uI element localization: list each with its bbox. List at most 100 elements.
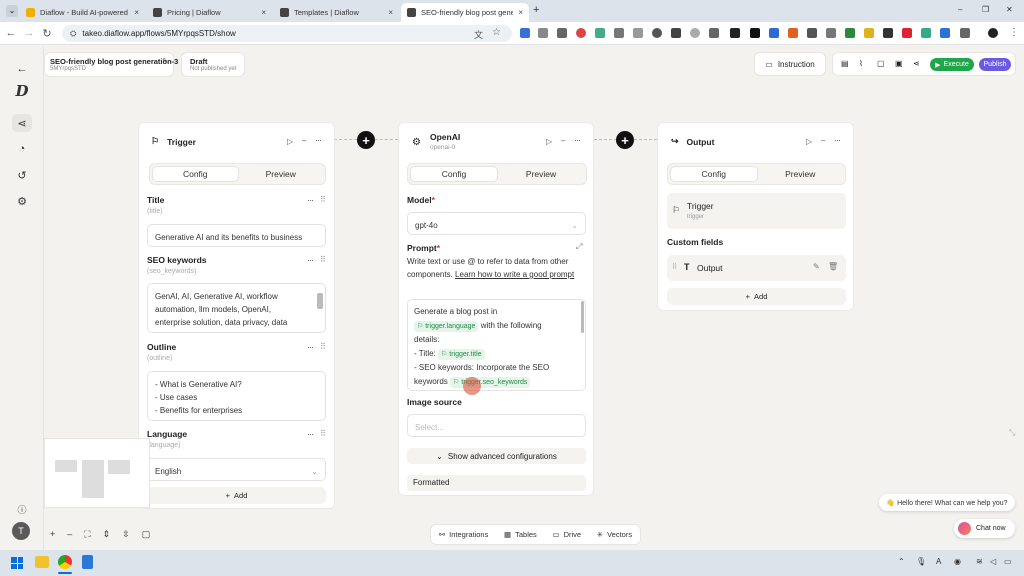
prompt-guide-link[interactable]: Learn how to write a good prompt bbox=[455, 270, 574, 279]
extension-icon[interactable] bbox=[902, 28, 912, 38]
variable-chip[interactable]: ⚐ trigger.language bbox=[414, 321, 479, 332]
forward-icon[interactable]: → bbox=[22, 27, 36, 39]
zoom-out-icon[interactable]: – bbox=[67, 529, 72, 539]
extension-icon[interactable] bbox=[520, 28, 530, 38]
prompt-editor[interactable]: Generate a blog post in ⚐ trigger.langua… bbox=[407, 299, 586, 391]
add-custom-field-button[interactable]: + Add bbox=[667, 288, 846, 305]
microphone-icon[interactable]: 🎙 bbox=[916, 557, 926, 566]
extension-icon[interactable] bbox=[538, 28, 548, 38]
minimize-button[interactable]: – bbox=[958, 5, 970, 14]
tab-close-icon[interactable]: × bbox=[261, 8, 266, 17]
back-icon[interactable]: ← bbox=[4, 27, 18, 39]
extension-icon[interactable] bbox=[921, 28, 931, 38]
input-language-icon[interactable]: A bbox=[936, 557, 941, 566]
history-icon[interactable]: ↺ bbox=[12, 166, 32, 184]
auto-layout-icon[interactable]: ⇕ bbox=[103, 529, 111, 540]
user-avatar[interactable]: T bbox=[12, 522, 30, 540]
tray-up-icon[interactable]: ⌃ bbox=[898, 557, 905, 566]
palette-icon[interactable]: ◔ bbox=[12, 140, 32, 158]
extension-icon[interactable] bbox=[671, 28, 681, 38]
edit-icon[interactable]: ✎ bbox=[813, 262, 820, 271]
outline-textarea[interactable]: - What is Generative AI? - Use cases - B… bbox=[147, 371, 326, 421]
new-tab-button[interactable]: + bbox=[533, 4, 539, 16]
drag-handle-icon[interactable]: ⠿ bbox=[320, 195, 326, 204]
model-select[interactable]: gpt-4o ⌄ bbox=[407, 212, 586, 235]
drag-handle-icon[interactable]: ⠿ bbox=[672, 263, 677, 271]
save-icon[interactable]: ▣ bbox=[895, 59, 903, 68]
instruction-button[interactable]: ▭ Instruction bbox=[754, 52, 826, 76]
extension-icon[interactable] bbox=[730, 28, 740, 38]
wifi-icon[interactable]: ≋ bbox=[976, 557, 983, 566]
extension-icon[interactable] bbox=[633, 28, 643, 38]
info-icon[interactable]: ⓘ bbox=[12, 500, 32, 518]
extension-icon[interactable] bbox=[788, 28, 798, 38]
diaflow-logo-icon[interactable]: D bbox=[12, 82, 32, 100]
more-options-icon[interactable]: ··· bbox=[834, 135, 841, 145]
collapse-icon[interactable]: – bbox=[302, 136, 306, 145]
publish-button[interactable]: Publish bbox=[979, 58, 1011, 71]
trigger-node-panel[interactable]: ⚐ Trigger ▷ – ··· Config Preview Title (… bbox=[138, 122, 335, 509]
browser-menu-icon[interactable]: ⋮ bbox=[1009, 27, 1019, 38]
tab-preview[interactable]: Preview bbox=[498, 166, 584, 182]
pulse-icon[interactable]: ⌇ bbox=[859, 59, 863, 68]
tab-preview[interactable]: Preview bbox=[758, 166, 844, 182]
tab-close-icon[interactable]: × bbox=[134, 8, 139, 17]
add-field-button[interactable]: + Add bbox=[147, 487, 326, 504]
lock-icon[interactable]: ⇳ bbox=[122, 529, 130, 540]
extension-icon[interactable] bbox=[845, 28, 855, 38]
add-node-button[interactable]: + bbox=[357, 131, 375, 149]
more-options-icon[interactable]: ··· bbox=[315, 135, 322, 145]
tab-config[interactable]: Config bbox=[670, 166, 758, 182]
share-icon[interactable]: ⋖ bbox=[913, 59, 920, 68]
tables-button[interactable]: ▦ Tables bbox=[504, 530, 537, 539]
flow-title-card[interactable]: SEO-friendly blog post generation-3 5MYr… bbox=[44, 52, 178, 77]
drag-handle-icon[interactable]: ⠿ bbox=[320, 255, 326, 264]
openai-node-panel[interactable]: ⚙ OpenAI openai-0 ▷ – ··· Config Preview… bbox=[398, 122, 594, 496]
volume-icon[interactable]: ◁ bbox=[990, 557, 996, 566]
back-arrow-icon[interactable]: ← bbox=[12, 60, 32, 78]
extension-icon[interactable] bbox=[690, 28, 700, 38]
field-more-icon[interactable]: ··· bbox=[307, 342, 314, 352]
chat-greeting-bubble[interactable]: 👋 Hello there! What can we help you? bbox=[879, 494, 1015, 511]
zoom-in-icon[interactable]: + bbox=[50, 529, 55, 539]
output-field-row[interactable]: ⠿ T Output ✎ 🗑 bbox=[667, 255, 846, 281]
extension-icon[interactable] bbox=[614, 28, 624, 38]
comment-icon[interactable]: ▢ bbox=[142, 529, 151, 540]
settings-gear-icon[interactable]: ⚙ bbox=[12, 192, 32, 210]
translate-icon[interactable]: 文 bbox=[474, 28, 483, 41]
drag-handle-icon[interactable]: ⠿ bbox=[320, 342, 326, 351]
scrollbar-thumb[interactable] bbox=[317, 293, 323, 309]
drag-handle-icon[interactable]: ⠿ bbox=[320, 429, 326, 438]
close-window-button[interactable]: ✕ bbox=[1006, 5, 1018, 14]
site-info-icon[interactable]: ⛭ bbox=[70, 29, 76, 39]
tab-preview[interactable]: Preview bbox=[239, 166, 324, 182]
tab-config[interactable]: Config bbox=[152, 166, 239, 182]
tab-search-icon[interactable]: ⌄ bbox=[6, 5, 18, 17]
windows-start-icon[interactable] bbox=[11, 557, 23, 569]
run-play-icon[interactable]: ▷ bbox=[546, 137, 552, 146]
extension-icon[interactable] bbox=[864, 28, 874, 38]
field-more-icon[interactable]: ··· bbox=[307, 429, 314, 439]
notes-icon[interactable]: ▤ bbox=[841, 59, 849, 68]
formatted-option[interactable]: Formatted bbox=[407, 475, 586, 491]
language-select[interactable]: English ⌄ bbox=[147, 458, 326, 481]
extension-icon[interactable] bbox=[883, 28, 893, 38]
extension-icon[interactable] bbox=[595, 28, 605, 38]
expand-corner-icon[interactable]: ⤡ bbox=[1009, 428, 1015, 438]
extension-icon[interactable] bbox=[769, 28, 779, 38]
flow-share-icon[interactable]: ⋖ bbox=[12, 114, 32, 132]
extension-icon[interactable] bbox=[576, 28, 586, 38]
field-more-icon[interactable]: ··· bbox=[307, 195, 314, 205]
add-node-button[interactable]: + bbox=[616, 131, 634, 149]
canvas-minimap[interactable] bbox=[44, 438, 150, 508]
advanced-config-toggle[interactable]: ⌄ Show advanced configurations bbox=[407, 448, 586, 464]
chat-now-button[interactable]: Chat now bbox=[954, 519, 1015, 538]
profile-avatar[interactable] bbox=[988, 28, 998, 38]
extension-icon[interactable] bbox=[557, 28, 567, 38]
tab-config[interactable]: Config bbox=[410, 166, 498, 182]
extension-icon[interactable] bbox=[652, 28, 662, 38]
extension-icon[interactable] bbox=[826, 28, 836, 38]
maximize-button[interactable]: ❐ bbox=[982, 5, 994, 14]
more-options-icon[interactable]: ··· bbox=[574, 135, 581, 145]
execute-button[interactable]: ▶ Execute bbox=[930, 58, 974, 71]
